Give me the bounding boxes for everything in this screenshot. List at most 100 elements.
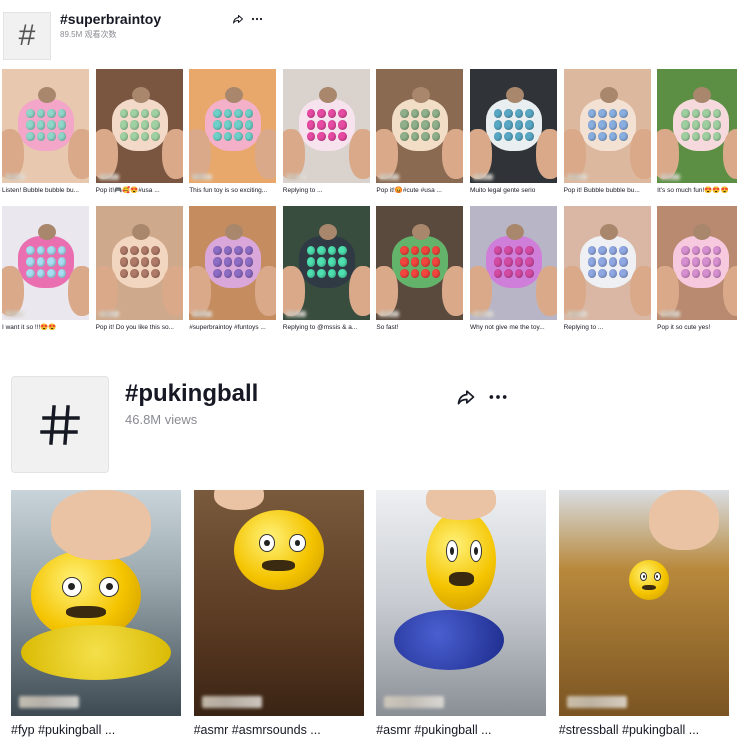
hand-left [2,129,24,179]
toy-bubbles [119,109,160,141]
more-options-button[interactable] [251,12,265,26]
video-card[interactable]: #fyp #pukingball ... [11,490,181,738]
video-card[interactable]: Pop it! Bubble bubble bu... [563,69,651,195]
bottom-hashtag-section: # #pukingball 46.8M views #fyp #pukingba… [0,330,737,740]
hand-left [189,129,212,179]
hand-right [348,129,370,179]
hand-right [161,129,183,179]
hashtag-avatar: # [11,376,109,473]
creator-name-blurred [566,696,627,708]
mouth [66,605,106,619]
video-thumbnail [657,69,737,183]
hand-right [442,266,464,316]
hand-left [563,266,586,316]
hand-left [657,129,680,179]
video-card[interactable]: #superbraintoy #funtoys ... [189,206,277,332]
video-thumbnail [563,206,651,320]
video-thumbnail [469,69,557,183]
toy-bubbles [400,246,441,278]
video-thumbnail [376,69,464,183]
video-card[interactable]: I want it so !!!😍😍 [2,206,89,332]
mouth [448,572,474,586]
hashtag-icon [40,404,80,445]
creator-name-blurred [192,311,213,317]
hand-left [469,266,492,316]
toy-bubbles [493,109,534,141]
video-card[interactable]: Pop it!🎮🥰😍#usa ... [95,69,183,195]
video-card[interactable]: It's so much fun!😍😍😍 [657,69,737,195]
video-thumbnail [2,206,89,320]
video-caption[interactable]: #fyp #pukingball ... [11,722,181,738]
puking-ball [628,560,669,600]
toy-head [505,87,524,103]
pupil [449,547,455,555]
video-card[interactable]: #stressball #pukingball ... [558,490,729,738]
hand-right [161,266,183,316]
video-caption[interactable]: Replying to ... [283,186,370,195]
video-card[interactable]: Replying to @mssis & a... [282,206,370,332]
eye [61,577,82,597]
creator-name-blurred [285,174,306,180]
hand-left [189,266,212,316]
creator-name-blurred [5,174,25,180]
video-thumbnail [11,490,181,716]
video-caption[interactable]: It's so much fun!😍😍😍 [657,186,737,195]
share-button[interactable] [456,386,478,408]
video-card[interactable]: This fun toy is so exciting... [189,69,277,195]
pupil [473,547,478,555]
share-button[interactable] [232,12,246,26]
video-card[interactable]: So fast! [376,206,464,332]
video-caption[interactable]: Listen! Bubble bubble bu... [2,186,89,195]
view-count: 46.8M views [125,412,198,427]
video-card[interactable]: #asmr #pukingball ... [376,490,547,738]
hand [51,490,151,560]
hand-right [255,129,277,179]
hand-right [535,266,557,316]
video-thumbnail [657,206,737,320]
video-thumbnail [376,206,464,320]
toy-bubbles [587,109,628,141]
hand-left [469,129,492,179]
video-caption[interactable]: #stressball #pukingball ... [559,722,729,738]
page-title: #superbraintoy [60,11,162,27]
video-card[interactable]: Pop it! Do you like this so... [95,206,183,332]
toy-head [318,224,337,240]
eye [445,540,459,562]
video-grid-row-2: I want it so !!!😍😍 Pop it! Do you like th… [2,206,737,332]
video-grid-row-1: Listen! Bubble bubble bu... Pop it!🎮🥰😍#us… [2,69,737,195]
toy-bubbles [306,109,347,141]
video-card[interactable]: Listen! Bubble bubble bu... [2,69,89,195]
video-caption[interactable]: Pop it! Bubble bubble bu... [564,186,651,195]
creator-name-blurred [660,174,681,180]
hand-right [68,129,89,179]
video-caption[interactable]: #asmr #asmrsounds ... [194,722,364,738]
toy-bubbles [493,246,534,278]
creator-name-blurred [379,311,400,317]
creator-name-blurred [98,311,119,317]
eye [289,534,306,552]
toy-bubbles [306,246,347,278]
creator-name-blurred [379,174,400,180]
hand-right [723,266,737,316]
creator-name-blurred [384,696,445,708]
video-caption[interactable]: Pop it!😡#cute #usa ... [376,186,463,195]
video-card[interactable]: Replying to ... [282,69,370,195]
video-card[interactable]: Pop it!😡#cute #usa ... [376,69,464,195]
more-options-button[interactable] [488,386,510,408]
video-caption[interactable]: This fun toy is so exciting... [189,186,276,195]
eye [99,577,119,597]
video-card[interactable]: #asmr #asmrsounds ... [193,490,364,738]
video-thumbnail [376,490,547,716]
toy-bubbles [119,246,160,278]
video-caption[interactable]: Muito legal gente serio [470,186,557,195]
video-card[interactable]: Replying to ... [563,206,651,332]
hand-right [629,266,651,316]
video-caption[interactable]: #asmr #pukingball ... [376,722,546,738]
video-card[interactable]: Muito legal gente serio [469,69,557,195]
video-card[interactable]: Pop it so cute yes! [657,206,737,332]
hand-left [376,266,399,316]
video-caption[interactable]: Pop it!🎮🥰😍#usa ... [96,186,183,195]
video-card[interactable]: Why not give me the toy... [469,206,557,332]
creator-name-blurred [192,174,213,180]
video-thumbnail [558,490,729,716]
